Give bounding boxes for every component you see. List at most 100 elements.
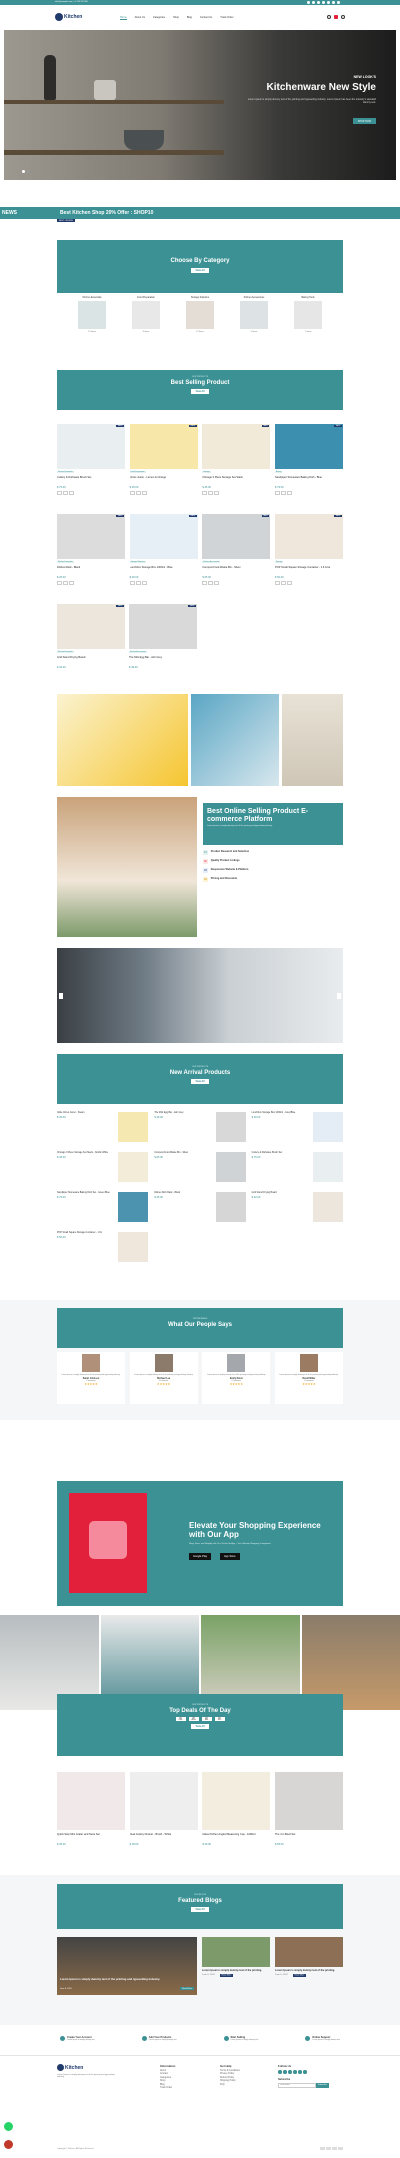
product-card[interactable]: SALE Kitchen Accessories The Mini Egg Bar …: [129, 604, 197, 699]
arrival-item[interactable]: Sandpiper Stoneware Baking Dish Set - Gr…: [57, 1192, 149, 1226]
arrival-item[interactable]: Lunchbox Storage Box 1300ml - Grey/Blue $…: [252, 1112, 343, 1146]
nav-shop[interactable]: Shop: [173, 16, 179, 20]
heart-icon[interactable]: [280, 491, 286, 495]
eye-icon[interactable]: [69, 491, 74, 495]
read-more-button[interactable]: Read More: [219, 1973, 234, 1977]
google-play-button[interactable]: Google Play: [189, 1553, 212, 1560]
heart-icon[interactable]: [63, 491, 68, 495]
nav-categories[interactable]: Categories: [153, 16, 165, 20]
cart-icon[interactable]: [334, 15, 338, 19]
eye-icon[interactable]: [214, 581, 220, 585]
footer-link[interactable]: Track Order: [160, 2087, 175, 2089]
blog-card[interactable]: Lorem Ipsum is simply dummy text of the …: [275, 1937, 343, 1995]
app-store-button[interactable]: App Store: [220, 1553, 240, 1560]
footer-link[interactable]: Privacy Policy: [220, 2073, 240, 2075]
footer-link[interactable]: About: [160, 2070, 175, 2072]
youtube-icon[interactable]: [293, 2070, 297, 2074]
footer-link[interactable]: FAQ: [220, 2084, 240, 2086]
heart-icon[interactable]: [280, 581, 286, 585]
cart-icon[interactable]: [129, 491, 135, 495]
category-card[interactable]: Kitchen Essentials 10 Items: [67, 297, 117, 333]
arrival-item[interactable]: Grid Stand Drying Board $ 42.00: [252, 1192, 343, 1226]
read-more-button[interactable]: Read More: [292, 1973, 307, 1977]
logo[interactable]: Kitchen: [55, 13, 82, 21]
footer-link[interactable]: Categories: [160, 2077, 175, 2079]
category-view-all-button[interactable]: View All: [191, 268, 209, 273]
twitter-icon[interactable]: [312, 1, 315, 4]
product-card[interactable]: SALE Storage Solutions Lunchbox Storage Bo…: [129, 514, 198, 609]
footer-logo[interactable]: Kitchen: [57, 2064, 117, 2071]
deal-card[interactable]: Quick Stop Mini Grater and Store Set $ 35…: [57, 1772, 125, 1857]
nav-blog[interactable]: Blog: [187, 16, 192, 20]
footer-link[interactable]: Shipping Policy: [220, 2080, 240, 2082]
newsletter-email-input[interactable]: [278, 2082, 316, 2088]
heart-icon[interactable]: [208, 581, 214, 585]
eye-icon[interactable]: [286, 581, 292, 585]
arrival-view-all-button[interactable]: View All: [191, 1079, 209, 1084]
pinterest-icon[interactable]: [303, 2070, 307, 2074]
whatsapp-icon[interactable]: [337, 1, 340, 4]
linkedin-icon[interactable]: [327, 1, 330, 4]
heart-icon[interactable]: [63, 581, 68, 585]
subscribe-button[interactable]: Subscribe: [316, 2082, 329, 2088]
category-card[interactable]: Kitchen Accessories 9 Items: [229, 297, 279, 333]
blog-card[interactable]: Lorem Ipsum is simply dummy text of the …: [202, 1937, 270, 1995]
heart-icon[interactable]: [208, 491, 214, 495]
product-card[interactable]: SALE Storage Chicago 3 Piece Storage Set S…: [202, 424, 271, 519]
arrival-item[interactable]: POP Small Square Storage Container - 1.6…: [57, 1232, 149, 1266]
instagram-icon[interactable]: [317, 1, 320, 4]
cart-icon[interactable]: [274, 491, 280, 495]
eye-icon[interactable]: [214, 491, 220, 495]
arrival-item[interactable]: Chicago 3 Piece Storage Set Stack - Nord…: [57, 1152, 149, 1186]
cart-icon[interactable]: [202, 581, 208, 585]
arrival-item[interactable]: Cutlery & Dishware Brush Set $ 75.00: [252, 1152, 343, 1186]
chat-float-icon[interactable]: [4, 2140, 13, 2149]
prev-arrow-icon[interactable]: [59, 993, 63, 999]
category-card[interactable]: Food Preparation 8 Items: [121, 297, 171, 333]
product-card[interactable]: SALE Kitchen Essentials Grid Stand Drying …: [57, 604, 125, 699]
arrival-item[interactable]: Dishes Dish Rack - Black $ 25.00: [154, 1192, 246, 1226]
pinterest-icon[interactable]: [332, 1, 335, 4]
search-icon[interactable]: [327, 15, 331, 19]
nav-about[interactable]: About Us: [135, 16, 145, 20]
youtube-icon[interactable]: [322, 1, 325, 4]
best-view-all-button[interactable]: View All: [191, 389, 209, 394]
cart-icon[interactable]: [57, 581, 62, 585]
footer-link[interactable]: Terms & Conditions: [220, 2070, 240, 2072]
cart-icon[interactable]: [274, 581, 280, 585]
nav-home[interactable]: Home: [120, 16, 127, 20]
arrival-item[interactable]: Compost Food Waste Bin - Silver $ 65.00: [154, 1152, 246, 1186]
slider-dot[interactable]: [22, 170, 25, 173]
category-card[interactable]: Storage Solutions 12 Items: [175, 297, 225, 333]
facebook-icon[interactable]: [307, 1, 310, 4]
eye-icon[interactable]: [141, 581, 147, 585]
product-card[interactable]: SALE Kitchen Essentials Dishes Rack - Blac…: [57, 514, 125, 609]
next-arrow-icon[interactable]: [337, 993, 341, 999]
user-icon[interactable]: [341, 15, 345, 19]
footer-link[interactable]: Contact: [160, 2073, 175, 2075]
linkedin-icon[interactable]: [298, 2070, 302, 2074]
deal-card[interactable]: Dual Cutlery Drainer - Brush - White $ 28…: [129, 1772, 198, 1857]
deal-card[interactable]: Glass Pitcher Angled Measuring Cup - 100…: [202, 1772, 271, 1857]
cart-icon[interactable]: [202, 491, 208, 495]
facebook-icon[interactable]: [278, 2070, 282, 2074]
footer-link[interactable]: Refund Policy: [220, 2077, 240, 2079]
twitter-icon[interactable]: [283, 2070, 287, 2074]
product-card[interactable]: SALE Food Preparation Citrus Juicer - Lemo…: [129, 424, 198, 519]
heart-icon[interactable]: [135, 581, 141, 585]
heart-icon[interactable]: [135, 491, 141, 495]
arrival-item[interactable]: The Mini Egg Bar - Ash Grey $ 49.00: [154, 1112, 246, 1146]
eye-icon[interactable]: [141, 491, 147, 495]
product-card[interactable]: SALE Kitchen Accessories Compost Food Wast…: [202, 514, 271, 609]
eye-icon[interactable]: [286, 491, 292, 495]
whatsapp-float-icon[interactable]: [4, 2122, 13, 2131]
blog-view-all-button[interactable]: View All: [191, 1907, 209, 1912]
product-card[interactable]: SALE Baking Sandpiper Stoneware Baking Dis…: [274, 424, 343, 519]
footer-link[interactable]: Blog: [160, 2084, 175, 2086]
eye-icon[interactable]: [69, 581, 74, 585]
blog-featured[interactable]: Lorem Ipsum is simply dummy text of the …: [57, 1937, 197, 1995]
deal-card[interactable]: The 4 in Bowl Set $ 55.00: [274, 1772, 343, 1857]
deals-view-all-button[interactable]: View All: [191, 1724, 209, 1729]
slider-dot[interactable]: [27, 170, 30, 173]
read-more-button[interactable]: Read More: [180, 1987, 194, 1990]
